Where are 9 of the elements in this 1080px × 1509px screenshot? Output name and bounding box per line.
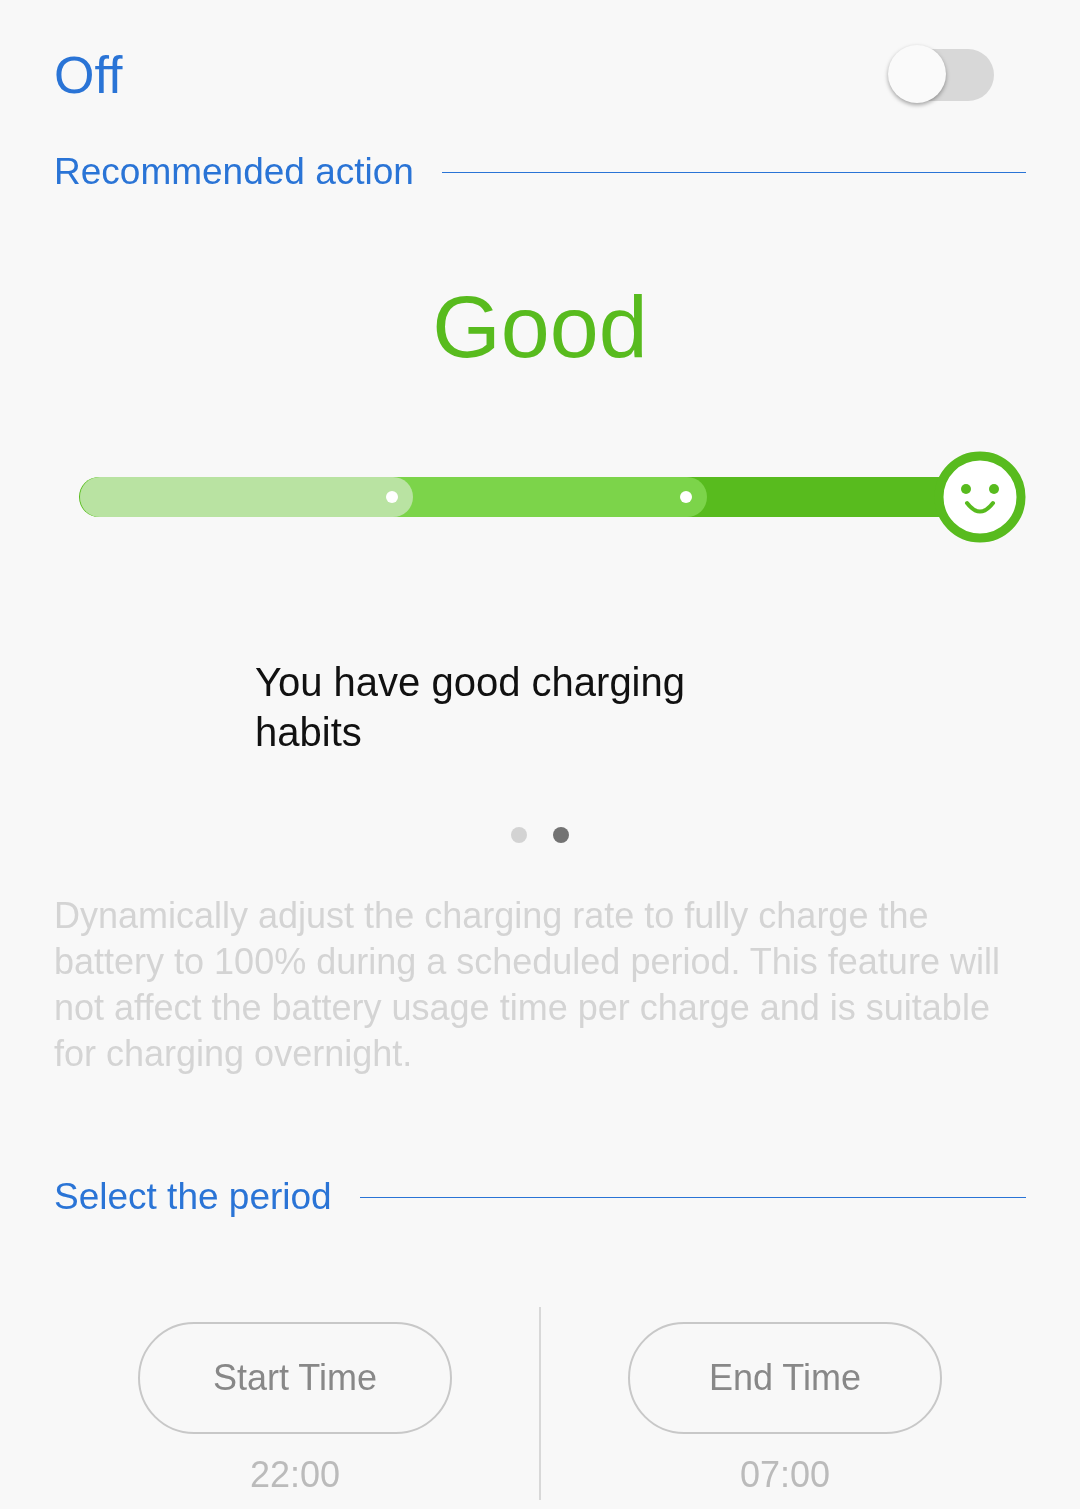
page-dot[interactable] (553, 827, 569, 843)
page-dot[interactable] (511, 827, 527, 843)
section-title: Recommended action (54, 151, 414, 193)
time-value: 22:00 (249, 1454, 341, 1496)
section-title: Select the period (54, 1176, 332, 1218)
time-value: 07:00 (739, 1454, 831, 1496)
rating-text: Good (431, 276, 649, 378)
switch-label: Off (54, 45, 123, 105)
status-message: You have good charging habits (255, 659, 686, 756)
